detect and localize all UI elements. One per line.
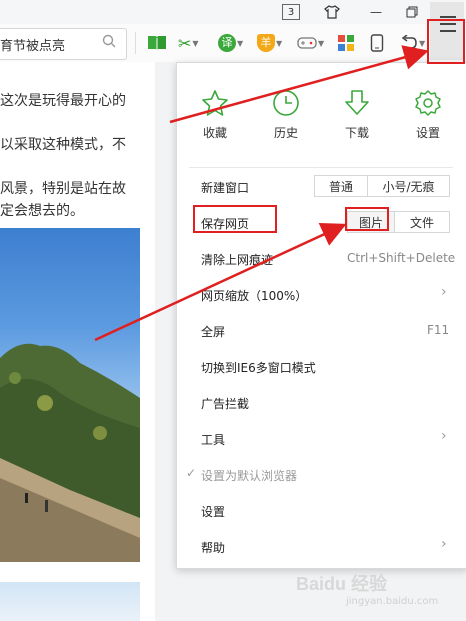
baidu-watermark: Baidu 经验 jingyan.baidu.com: [290, 568, 466, 621]
watermark-text: Baidu 经验: [296, 574, 388, 594]
annotation-arrows: [94, 45, 429, 342]
watermark-url: jingyan.baidu.com: [346, 596, 439, 607]
